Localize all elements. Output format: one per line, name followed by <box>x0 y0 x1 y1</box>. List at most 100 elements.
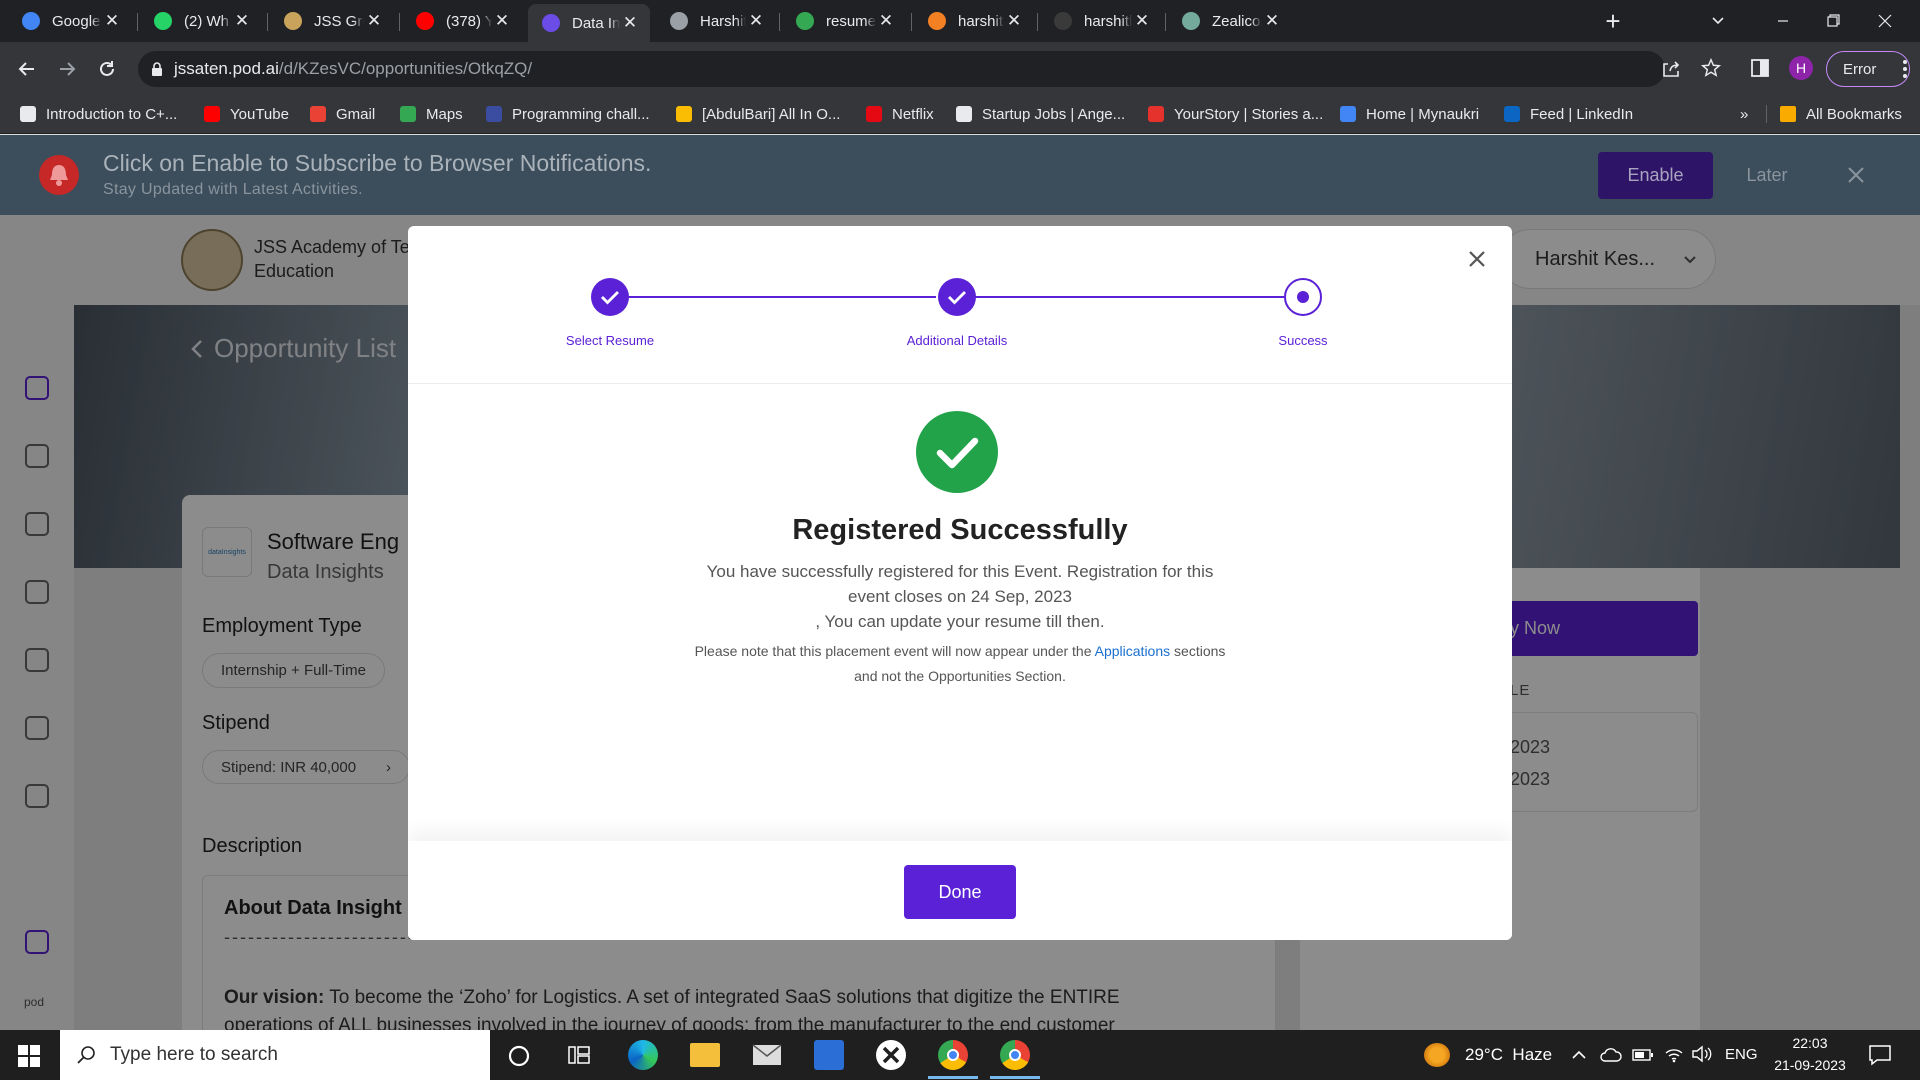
tab-close-icon[interactable]: ✕ <box>746 11 766 31</box>
url-path: /d/KZesVC/opportunities/OtkqZQ/ <box>278 59 533 78</box>
weather-text[interactable]: 29°C Haze <box>1465 1045 1552 1065</box>
bookmark-label: Gmail <box>336 105 376 123</box>
lock-icon <box>150 61 164 77</box>
chrome-active-indicator <box>928 1076 978 1079</box>
note-suffix: sections <box>1170 643 1226 659</box>
clock-time[interactable]: 22:03 <box>1775 1035 1845 1051</box>
registration-success-modal: Select Resume Additional Details Success… <box>408 226 1512 940</box>
browser-tab[interactable]: harshitkesh✕ <box>914 4 1034 38</box>
bookmark-item[interactable]: YourStory | Stories a... <box>1148 96 1323 132</box>
file-explorer-icon[interactable] <box>690 1043 720 1067</box>
later-button[interactable]: Later <box>1722 152 1812 199</box>
tab-close-icon[interactable]: ✕ <box>364 11 384 31</box>
search-icon <box>76 1045 96 1065</box>
clock-date[interactable]: 21-09-2023 <box>1765 1057 1855 1073</box>
success-heading: Registered Successfully <box>792 514 1128 546</box>
volume-icon[interactable] <box>1691 1045 1713 1063</box>
reload-icon[interactable] <box>94 56 120 82</box>
language-indicator[interactable]: ENG <box>1725 1046 1758 1063</box>
enable-button[interactable]: Enable <box>1598 152 1713 199</box>
bookmark-item[interactable]: Home | Mynaukri <box>1340 96 1479 132</box>
browser-tab[interactable]: Zealicon A✕ <box>1168 4 1292 38</box>
browser-tab[interactable]: JSS Group✕ <box>270 4 394 38</box>
bookmark-favicon-icon <box>1340 106 1356 122</box>
tab-close-icon[interactable]: ✕ <box>620 13 640 33</box>
placement-note: Please note that this placement event wi… <box>408 643 1512 659</box>
bookmark-item[interactable]: Programming chall... <box>486 96 650 132</box>
browser-tab[interactable]: Data Insigh✕ <box>528 4 650 42</box>
tab-favicon-icon <box>542 14 560 32</box>
bookmarks-bar: Introduction to C+... YouTube Gmail Maps Pro… <box>0 96 1920 134</box>
bookmark-item[interactable]: Gmail <box>310 96 375 132</box>
tab-separator <box>399 13 400 31</box>
navigation-bar: jssaten.pod.ai/d/KZesVC/opportunities/Ot… <box>0 42 1920 96</box>
bookmark-item[interactable]: Netflix <box>866 96 934 132</box>
xbox-icon[interactable] <box>876 1040 906 1070</box>
notifications-icon[interactable] <box>1868 1044 1892 1066</box>
tray-chevron-up-icon[interactable] <box>1570 1046 1588 1064</box>
cortana-icon[interactable] <box>508 1045 530 1067</box>
share-icon[interactable] <box>1660 58 1682 80</box>
applications-link[interactable]: Applications <box>1095 643 1171 659</box>
close-modal-icon[interactable] <box>1464 246 1490 272</box>
back-arrow-icon[interactable] <box>14 56 40 82</box>
restore-button[interactable] <box>1818 8 1848 34</box>
wifi-icon[interactable] <box>1664 1045 1684 1063</box>
browser-tab[interactable]: Google Pas✕ <box>8 4 132 38</box>
profile-avatar[interactable]: H <box>1789 56 1813 80</box>
close-window-button[interactable] <box>1870 8 1900 34</box>
bookmark-item[interactable]: Feed | LinkedIn <box>1504 96 1633 132</box>
mail-icon[interactable] <box>752 1044 782 1066</box>
new-tab-button[interactable]: + <box>1598 6 1628 36</box>
tab-title: harshitkesh <box>958 12 1004 30</box>
tab-close-icon[interactable]: ✕ <box>232 11 252 31</box>
error-button[interactable]: Error <box>1826 51 1910 87</box>
address-bar[interactable]: jssaten.pod.ai/d/KZesVC/opportunities/Ot… <box>138 51 1665 87</box>
bookmark-label: [AbdulBari] All In O... <box>702 105 841 123</box>
chrome-profile-icon[interactable] <box>1000 1040 1030 1070</box>
tab-favicon-icon <box>284 12 302 30</box>
battery-icon[interactable] <box>1632 1048 1654 1062</box>
windows-start-icon[interactable] <box>18 1045 40 1067</box>
browser-tab[interactable]: (2) Wh ✕ <box>140 4 262 38</box>
tab-close-icon[interactable]: ✕ <box>1004 11 1024 31</box>
bookmark-item[interactable]: Maps <box>400 96 463 132</box>
close-banner-icon[interactable] <box>1846 165 1866 185</box>
bookmark-item[interactable]: YouTube <box>204 96 289 132</box>
tab-close-icon[interactable]: ✕ <box>1262 11 1282 31</box>
notification-banner: Click on Enable to Subscribe to Browser … <box>0 135 1920 215</box>
tab-close-icon[interactable]: ✕ <box>1132 11 1152 31</box>
bookmark-item[interactable]: Introduction to C+... <box>20 96 177 132</box>
browser-tab[interactable]: (378) YouT✕ <box>402 4 522 38</box>
taskbar-search-box[interactable]: Type here to search <box>60 1030 490 1080</box>
edge-icon[interactable] <box>628 1040 658 1070</box>
tab-close-icon[interactable]: ✕ <box>102 11 122 31</box>
browser-tab[interactable]: resume - G✕ <box>782 4 906 38</box>
tab-search-icon[interactable] <box>1708 10 1728 30</box>
tab-close-icon[interactable]: ✕ <box>876 11 896 31</box>
chrome-icon[interactable] <box>938 1040 968 1070</box>
tab-close-icon[interactable]: ✕ <box>492 11 512 31</box>
task-view-icon[interactable] <box>567 1044 591 1066</box>
minimize-button[interactable] <box>1768 8 1798 34</box>
tab-title: resume - G <box>826 12 876 30</box>
browser-tab[interactable]: harshitkesh✕ <box>1040 4 1162 38</box>
success-message-line3: , You can update your resume till then. <box>815 612 1105 631</box>
bookmark-item[interactable]: Startup Jobs | Ange... <box>956 96 1125 132</box>
all-bookmarks-button[interactable]: All Bookmarks <box>1780 96 1902 132</box>
app-icon[interactable] <box>814 1040 844 1070</box>
cloud-icon[interactable] <box>1600 1047 1622 1063</box>
tab-favicon-icon <box>928 12 946 30</box>
all-bookmarks-label: All Bookmarks <box>1806 105 1902 123</box>
browser-tab[interactable]: Harshit-Ke✕ <box>656 4 776 38</box>
side-panel-icon[interactable] <box>1750 58 1770 78</box>
weather-icon[interactable] <box>1424 1043 1450 1067</box>
bookmark-item[interactable]: [AbdulBari] All In O... <box>676 96 840 132</box>
stepper-line-2 <box>960 296 1284 298</box>
tab-separator <box>911 13 912 31</box>
menu-kebab-icon[interactable] <box>1902 58 1908 80</box>
more-bookmarks-button[interactable]: » <box>1740 96 1748 132</box>
bookmark-star-icon[interactable] <box>1700 57 1722 79</box>
done-button[interactable]: Done <box>904 865 1016 919</box>
forward-arrow-icon[interactable] <box>54 56 80 82</box>
